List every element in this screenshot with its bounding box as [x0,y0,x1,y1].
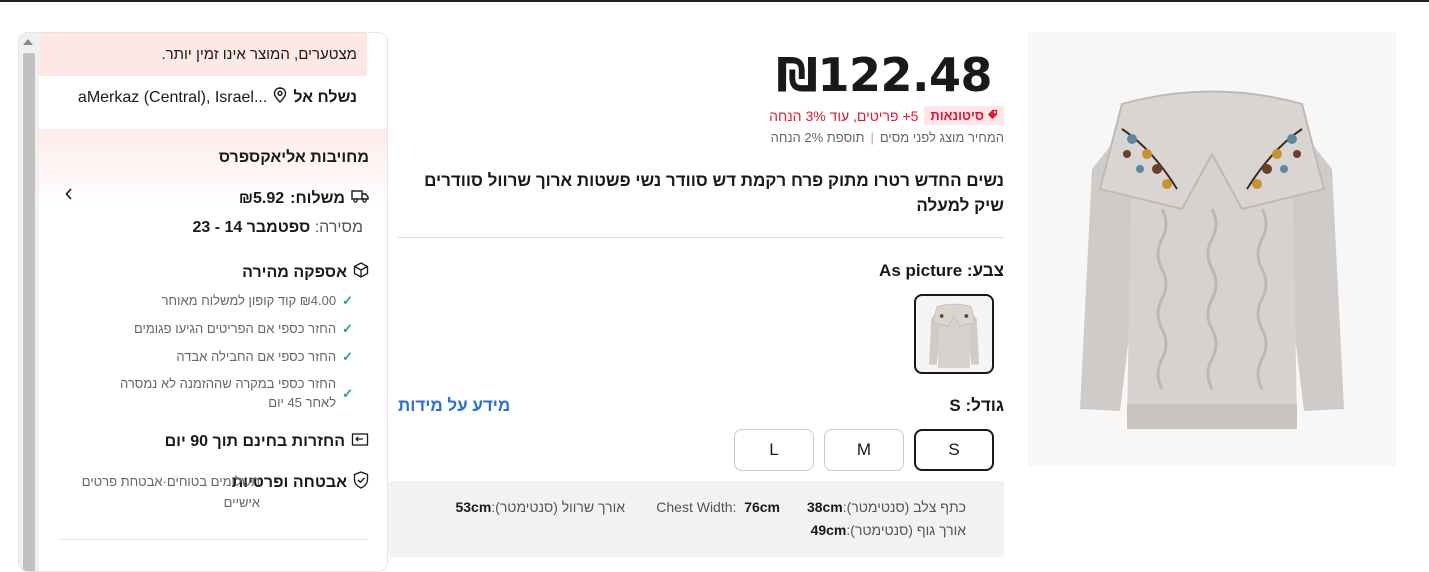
free-returns-label: החזרות בחינם תוך 90 יום [164,432,345,450]
ship-to-selector[interactable]: נשלח אל aMerkaz (Central), Israel... [78,87,357,108]
shield-icon [353,471,369,494]
delivery-label: מסירה: [314,219,363,236]
shipping-row[interactable]: משלוח: ₪5.92 [239,189,369,208]
wholesale-badge: סיטונאות [924,106,1004,125]
product-title: נשים החדש רטרו מתוק פרח רקמת דש סוודר נש… [424,171,1004,215]
guarantee-item: ✓ החזר כספי אם הפריטים הגיעו פגומים [93,319,353,338]
chest-measure: Chest Width: 76cm [656,499,780,515]
size-label: גודל: S [949,396,1004,416]
unavailable-notice: מצטערים, המוצר אינו זמין יותר. [39,33,367,76]
tag-icon [987,108,998,123]
divider [398,237,1004,238]
size-value: S [949,396,961,415]
chest-label: Chest Width: [656,499,737,515]
shipping-label: משלוח: [290,189,345,207]
chest-value: 76cm [744,499,780,515]
truck-icon [351,189,369,208]
fast-delivery-label: אספקה מהירה [242,263,347,281]
aliexpress-commitment: מחויבות אליאקספרס משלוח: ₪5.92 מסירה: ספ… [39,129,387,569]
box-icon [353,262,369,283]
scrollbar[interactable] [19,33,39,571]
sleeve-value: 53cm [455,499,492,515]
shoulder-label: כתף צלב (סנטימטר): [842,499,966,515]
ship-to-location: aMerkaz (Central), Israel... [77,88,268,106]
separator: | [870,130,874,145]
sweater-illustration [1080,90,1344,429]
product-main-image[interactable] [1028,32,1396,466]
free-returns-row: החזרות בחינם תוך 90 יום [165,431,369,452]
location-pin-icon [273,87,287,108]
size-option-m[interactable]: M [824,429,904,471]
size-guide-link[interactable]: מידע על מידות [398,396,510,416]
tax-note: המחיר מוצג לפני מסים [879,130,1004,145]
wholesale-badge-label: סיטונאות [930,108,984,123]
scroll-thumb[interactable] [23,53,35,571]
extra-discount: תוספת 2% הנחה [770,130,865,145]
check-icon: ✓ [342,293,353,308]
check-icon: ✓ [342,321,353,336]
top-border [0,0,1429,2]
body-length-label: אורך גוף (סנטימטר): [846,522,966,538]
body-length-measure: אורך גוף (סנטימטר):49cm [811,522,966,538]
shoulder-value: 38cm [806,499,843,515]
size-option-s[interactable]: S [914,429,994,471]
promo-row: סיטונאות 5+ פריטים, עוד 3% הנחה [769,106,1004,125]
size-measurements: כתף צלב (סנטימטר):38cm Chest Width: 76cm… [388,481,1004,557]
wholesale-promo-text: 5+ פריטים, עוד 3% הנחה [769,107,919,124]
color-swatch-thumbnail[interactable] [914,294,994,374]
guarantee-text: החזר כספי אם החבילה אבדה [176,349,337,364]
purchase-sidebar: מצטערים, המוצר אינו זמין יותר. נשלח אל a… [18,32,388,572]
sleeve-label: אורך שרוול (סנטימטר): [491,499,625,515]
size-option-l[interactable]: L [734,429,814,471]
color-label: צבע: As picture [879,261,1004,281]
check-icon: ✓ [342,386,353,401]
delivery-estimate: מסירה: ספטמבר 14 - 23 [192,219,363,237]
guarantee-text: החזר כספי במקרה שההזמנה לא נמסרה לאחר 45… [120,376,337,410]
return-icon [351,431,369,452]
color-label-text: צבע: [966,261,1004,280]
product-price: ₪122.48 [776,48,992,102]
tax-row: המחיר מוצג לפני מסים | תוספת 2% הנחה [771,130,1004,145]
guarantee-item: ✓ ₪4.00 קוד קופון למשלוח מאוחר [93,291,353,310]
check-icon: ✓ [342,349,353,364]
shoulder-measure: כתף צלב (סנטימטר):38cm [807,499,966,515]
security-text: תשלומים בטוחים·אבטחת פרטים אישיים [81,474,260,510]
body-length-value: 49cm [810,522,847,538]
divider [59,539,367,540]
size-label-text: גודל: [965,396,1004,415]
commitment-title: מחויבות אליאקספרס [218,149,369,166]
chevron-left-icon[interactable] [65,187,73,205]
guarantee-text: ₪4.00 קוד קופון למשלוח מאוחר [161,293,337,308]
guarantee-item: ✓ החזר כספי במקרה שההזמנה לא נמסרה לאחר … [103,374,353,412]
guarantee-item: ✓ החזר כספי אם החבילה אבדה [93,347,353,366]
sweater-thumbnail-image [928,303,980,369]
shipping-price: ₪5.92 [238,189,285,207]
scroll-up-arrow-icon[interactable] [23,39,33,45]
sleeve-measure: אורך שרוול (סנטימטר):53cm [455,499,625,515]
ship-to-label: נשלח אל [293,88,357,106]
color-value: As picture [879,261,963,280]
fast-delivery-row: אספקה מהירה [242,262,369,283]
guarantee-text: החזר כספי אם הפריטים הגיעו פגומים [133,321,337,336]
delivery-dates: ספטמבר 14 - 23 [192,219,311,236]
